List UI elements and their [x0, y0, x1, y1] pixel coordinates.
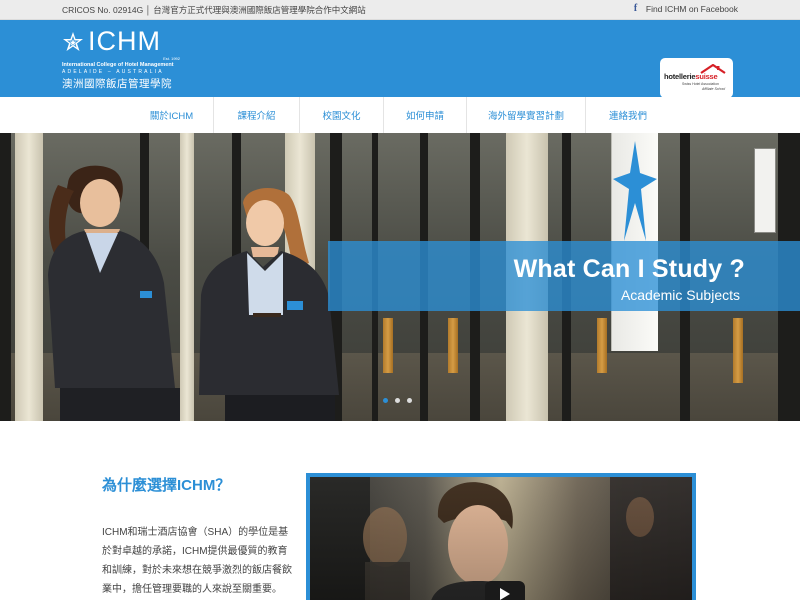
partner-subtitle: Swiss Hotel Association — [682, 82, 719, 86]
nav-item-internship[interactable]: 海外留學實習計劃 — [467, 97, 586, 133]
why-text-line: 業中，擔任管理要職的人來說至關重要。 — [102, 584, 282, 595]
logo-established: Est. 1992 — [163, 56, 180, 61]
student-right-image — [199, 188, 339, 421]
hero-column — [15, 133, 43, 421]
hero-title: What Can I Study ? — [513, 255, 745, 283]
partner-affiliate: Affiliate School — [702, 87, 726, 91]
hero-slider[interactable]: What Can I Study ? Academic Subjects — [0, 133, 800, 421]
hero-window-frame — [0, 133, 11, 421]
hero-caption-banner[interactable]: What Can I Study ? Academic Subjects — [328, 241, 800, 311]
slider-dot-3[interactable] — [407, 398, 412, 403]
hero-subtitle: Academic Subjects — [620, 287, 740, 303]
partner-name-a: hotellerie — [664, 72, 696, 81]
why-text-line: 和訓練，對於未來想在競爭激烈的飯店餐飲 — [102, 565, 292, 576]
campus-sign-star-icon — [613, 141, 657, 241]
ichm-logo[interactable]: ICHM Est. 1992 International College of … — [62, 28, 184, 92]
hotelleriesuisse-badge[interactable]: hotelleriesuisse Swiss Hotel Association… — [660, 58, 733, 98]
slider-dot-2[interactable] — [395, 398, 400, 403]
play-icon — [500, 588, 510, 600]
nav-item-campus[interactable]: 校園文化 — [300, 97, 384, 133]
why-choose-text: ICHM和瑞士酒店協會（SHA）的學位是基 於對卓越的承諾，ICHM提供最優質的… — [102, 523, 292, 599]
cricos-notice: CRICOS No. 02914G │ 台灣官方正式代理與澳洲國際飯店管理學院合… — [62, 5, 366, 15]
logo-english-name: International College of Hotel Managemen… — [62, 62, 174, 68]
hero-bollard — [597, 318, 607, 373]
hero-bollard — [383, 318, 393, 373]
site-header: ICHM Est. 1992 International College of … — [0, 20, 800, 98]
student-left-image — [48, 165, 180, 421]
why-text-line: 於對卓越的承諾，ICHM提供最優質的教育 — [102, 546, 288, 557]
star-logo-icon — [63, 31, 83, 51]
partner-name-b: suisse — [695, 72, 718, 81]
video-play-button[interactable] — [485, 581, 525, 600]
promo-video[interactable] — [306, 473, 696, 600]
hero-bollard — [448, 318, 458, 373]
logo-chinese-name: 澳洲國際飯店管理學院 — [62, 78, 172, 90]
logo-wordmark: ICHM — [88, 26, 161, 56]
wall-poster — [754, 148, 776, 233]
nav-item-apply[interactable]: 如何申請 — [384, 97, 467, 133]
why-text-line: ICHM和瑞士酒店協會（SHA）的學位是基 — [102, 527, 289, 538]
facebook-link[interactable]: f Find ICHM on Facebook — [633, 3, 738, 15]
hero-bollard — [733, 318, 743, 383]
main-navigation: 關於ICHM 課程介紹 校園文化 如何申請 海外留學實習計劃 連絡我們 — [0, 97, 800, 133]
nav-item-about[interactable]: 關於ICHM — [130, 97, 214, 133]
nav-item-courses[interactable]: 課程介紹 — [214, 97, 300, 133]
facebook-link-label: Find ICHM on Facebook — [645, 4, 738, 14]
facebook-icon: f — [633, 3, 638, 14]
why-choose-heading: 為什麼選擇ICHM？ — [102, 477, 231, 494]
slider-dot-1[interactable] — [383, 398, 388, 403]
slider-pagination — [383, 398, 412, 403]
nav-item-contact[interactable]: 連絡我們 — [586, 97, 670, 133]
partner-name: hotelleriesuisse — [664, 72, 718, 81]
top-info-bar: CRICOS No. 02914G │ 台灣官方正式代理與澳洲國際飯店管理學院合… — [0, 0, 800, 20]
logo-location: ADELAIDE – AUSTRALIA — [62, 69, 164, 75]
